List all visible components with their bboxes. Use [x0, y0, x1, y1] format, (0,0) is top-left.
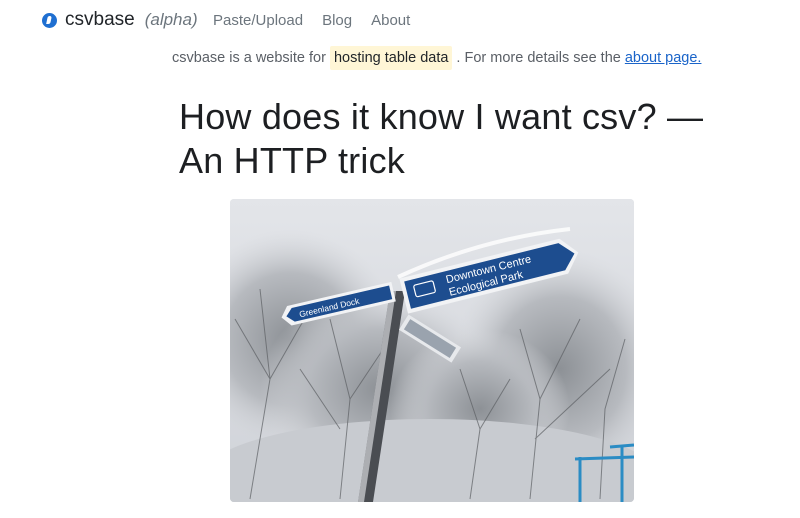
site-tagline: csvbase is a website for hosting table d… [172, 46, 701, 70]
about-page-link[interactable]: about page. [625, 50, 702, 66]
brand-link[interactable]: csvbase (alpha) [42, 9, 198, 31]
nav-links: Paste/Upload Blog About [213, 12, 429, 29]
hero-image: Downtown Centre Ecological Park Greenlan… [230, 199, 634, 502]
brand-alpha-tag: (alpha) [144, 10, 198, 29]
brand-name: csvbase [65, 9, 135, 30]
article-title: How does it know I want csv? — An HTTP t… [179, 96, 704, 181]
nav-link-blog[interactable]: Blog [322, 12, 352, 29]
tagline-prefix: csvbase is a website for [172, 50, 326, 66]
top-navbar: csvbase (alpha) Paste/Upload Blog About [0, 0, 800, 42]
csvbase-logo-icon [42, 12, 57, 28]
nav-link-paste-upload[interactable]: Paste/Upload [213, 12, 303, 29]
tagline-middle: . For more details see the [456, 50, 621, 66]
nav-link-about[interactable]: About [371, 12, 410, 29]
tagline-highlight: hosting table data [329, 46, 453, 70]
